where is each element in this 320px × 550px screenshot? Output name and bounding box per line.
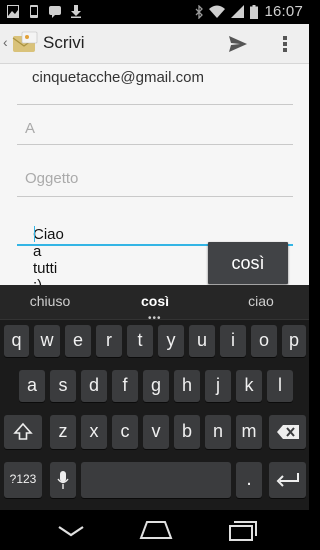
backspace-icon xyxy=(276,425,299,439)
key-y[interactable]: y xyxy=(158,325,184,357)
key-e[interactable]: e xyxy=(65,325,91,357)
body-text-value: Ciao a tutti :) xyxy=(33,226,64,294)
from-address: cinquetacche@gmail.com xyxy=(32,69,204,86)
key-a[interactable]: a xyxy=(19,370,45,402)
body-field[interactable]: Ciao a tutti :) xyxy=(17,206,293,294)
status-bar: 16:07 xyxy=(0,0,309,24)
suggestion-popup[interactable]: così xyxy=(208,242,288,284)
microphone-icon xyxy=(57,471,69,489)
key-c[interactable]: c xyxy=(112,415,138,449)
period-key[interactable]: . xyxy=(236,462,262,498)
key-o[interactable]: o xyxy=(251,325,277,357)
enter-key[interactable] xyxy=(269,462,306,498)
key-m[interactable]: m xyxy=(236,415,262,449)
key-b[interactable]: b xyxy=(174,415,200,449)
overflow-menu-icon[interactable] xyxy=(280,33,290,55)
to-placeholder: A xyxy=(25,120,36,137)
key-q[interactable]: q xyxy=(4,325,29,357)
back-icon[interactable] xyxy=(57,524,85,538)
key-i[interactable]: i xyxy=(220,325,246,357)
key-t[interactable]: t xyxy=(127,325,153,357)
key-w[interactable]: w xyxy=(34,325,60,357)
key-z[interactable]: z xyxy=(50,415,76,449)
suggestion-2[interactable]: così xyxy=(115,293,195,309)
enter-icon xyxy=(276,473,299,487)
key-n[interactable]: n xyxy=(205,415,231,449)
backspace-key[interactable] xyxy=(269,415,306,449)
key-p[interactable]: p xyxy=(282,325,306,357)
key-g[interactable]: g xyxy=(143,370,169,402)
up-caret-icon[interactable]: ‹ xyxy=(3,34,8,50)
key-d[interactable]: d xyxy=(81,370,107,402)
shift-key[interactable] xyxy=(4,415,42,449)
battery-icon xyxy=(250,4,259,19)
key-l[interactable]: l xyxy=(267,370,293,402)
bluetooth-icon xyxy=(195,4,204,19)
key-j[interactable]: j xyxy=(205,370,231,402)
phone-notification-icon xyxy=(30,5,38,18)
subject-placeholder: Oggetto xyxy=(25,170,79,187)
text-cursor xyxy=(34,226,35,242)
key-v[interactable]: v xyxy=(143,415,169,449)
clock: 16:07 xyxy=(264,3,303,20)
subject-field[interactable]: Oggetto xyxy=(17,160,293,197)
voice-input-key[interactable] xyxy=(50,462,76,498)
key-k[interactable]: k xyxy=(236,370,262,402)
key-x[interactable]: x xyxy=(81,415,107,449)
chat-notification-icon xyxy=(49,6,61,18)
wifi-icon xyxy=(209,5,226,18)
suggestion-1[interactable]: chiuso xyxy=(10,293,90,309)
send-icon[interactable] xyxy=(227,33,249,55)
signal-icon xyxy=(231,5,245,18)
key-r[interactable]: r xyxy=(96,325,122,357)
key-h[interactable]: h xyxy=(174,370,200,402)
to-field[interactable]: A xyxy=(17,110,293,145)
keyboard: chiuso così ciao ••• q w e r t y u i o p… xyxy=(0,285,309,510)
screen-title: Scrivi xyxy=(43,33,85,52)
gallery-notification-icon xyxy=(7,5,19,18)
key-s[interactable]: s xyxy=(50,370,76,402)
suggestion-3[interactable]: ciao xyxy=(221,293,301,309)
symbols-key[interactable]: ?123 xyxy=(4,462,42,498)
suggestion-strip: chiuso così ciao ••• xyxy=(0,285,309,324)
recent-apps-icon[interactable] xyxy=(228,520,258,542)
key-f[interactable]: f xyxy=(112,370,138,402)
navigation-bar xyxy=(0,510,309,550)
action-bar: ‹ Scrivi xyxy=(0,24,309,64)
from-account-field[interactable]: cinquetacche@gmail.com xyxy=(17,64,293,105)
download-notification-icon xyxy=(71,5,81,18)
shift-icon xyxy=(13,422,33,440)
key-u[interactable]: u xyxy=(189,325,215,357)
home-icon[interactable] xyxy=(139,520,173,540)
email-app-icon[interactable] xyxy=(12,30,38,56)
space-key[interactable] xyxy=(81,462,231,498)
more-suggestions-icon[interactable]: ••• xyxy=(148,313,162,324)
